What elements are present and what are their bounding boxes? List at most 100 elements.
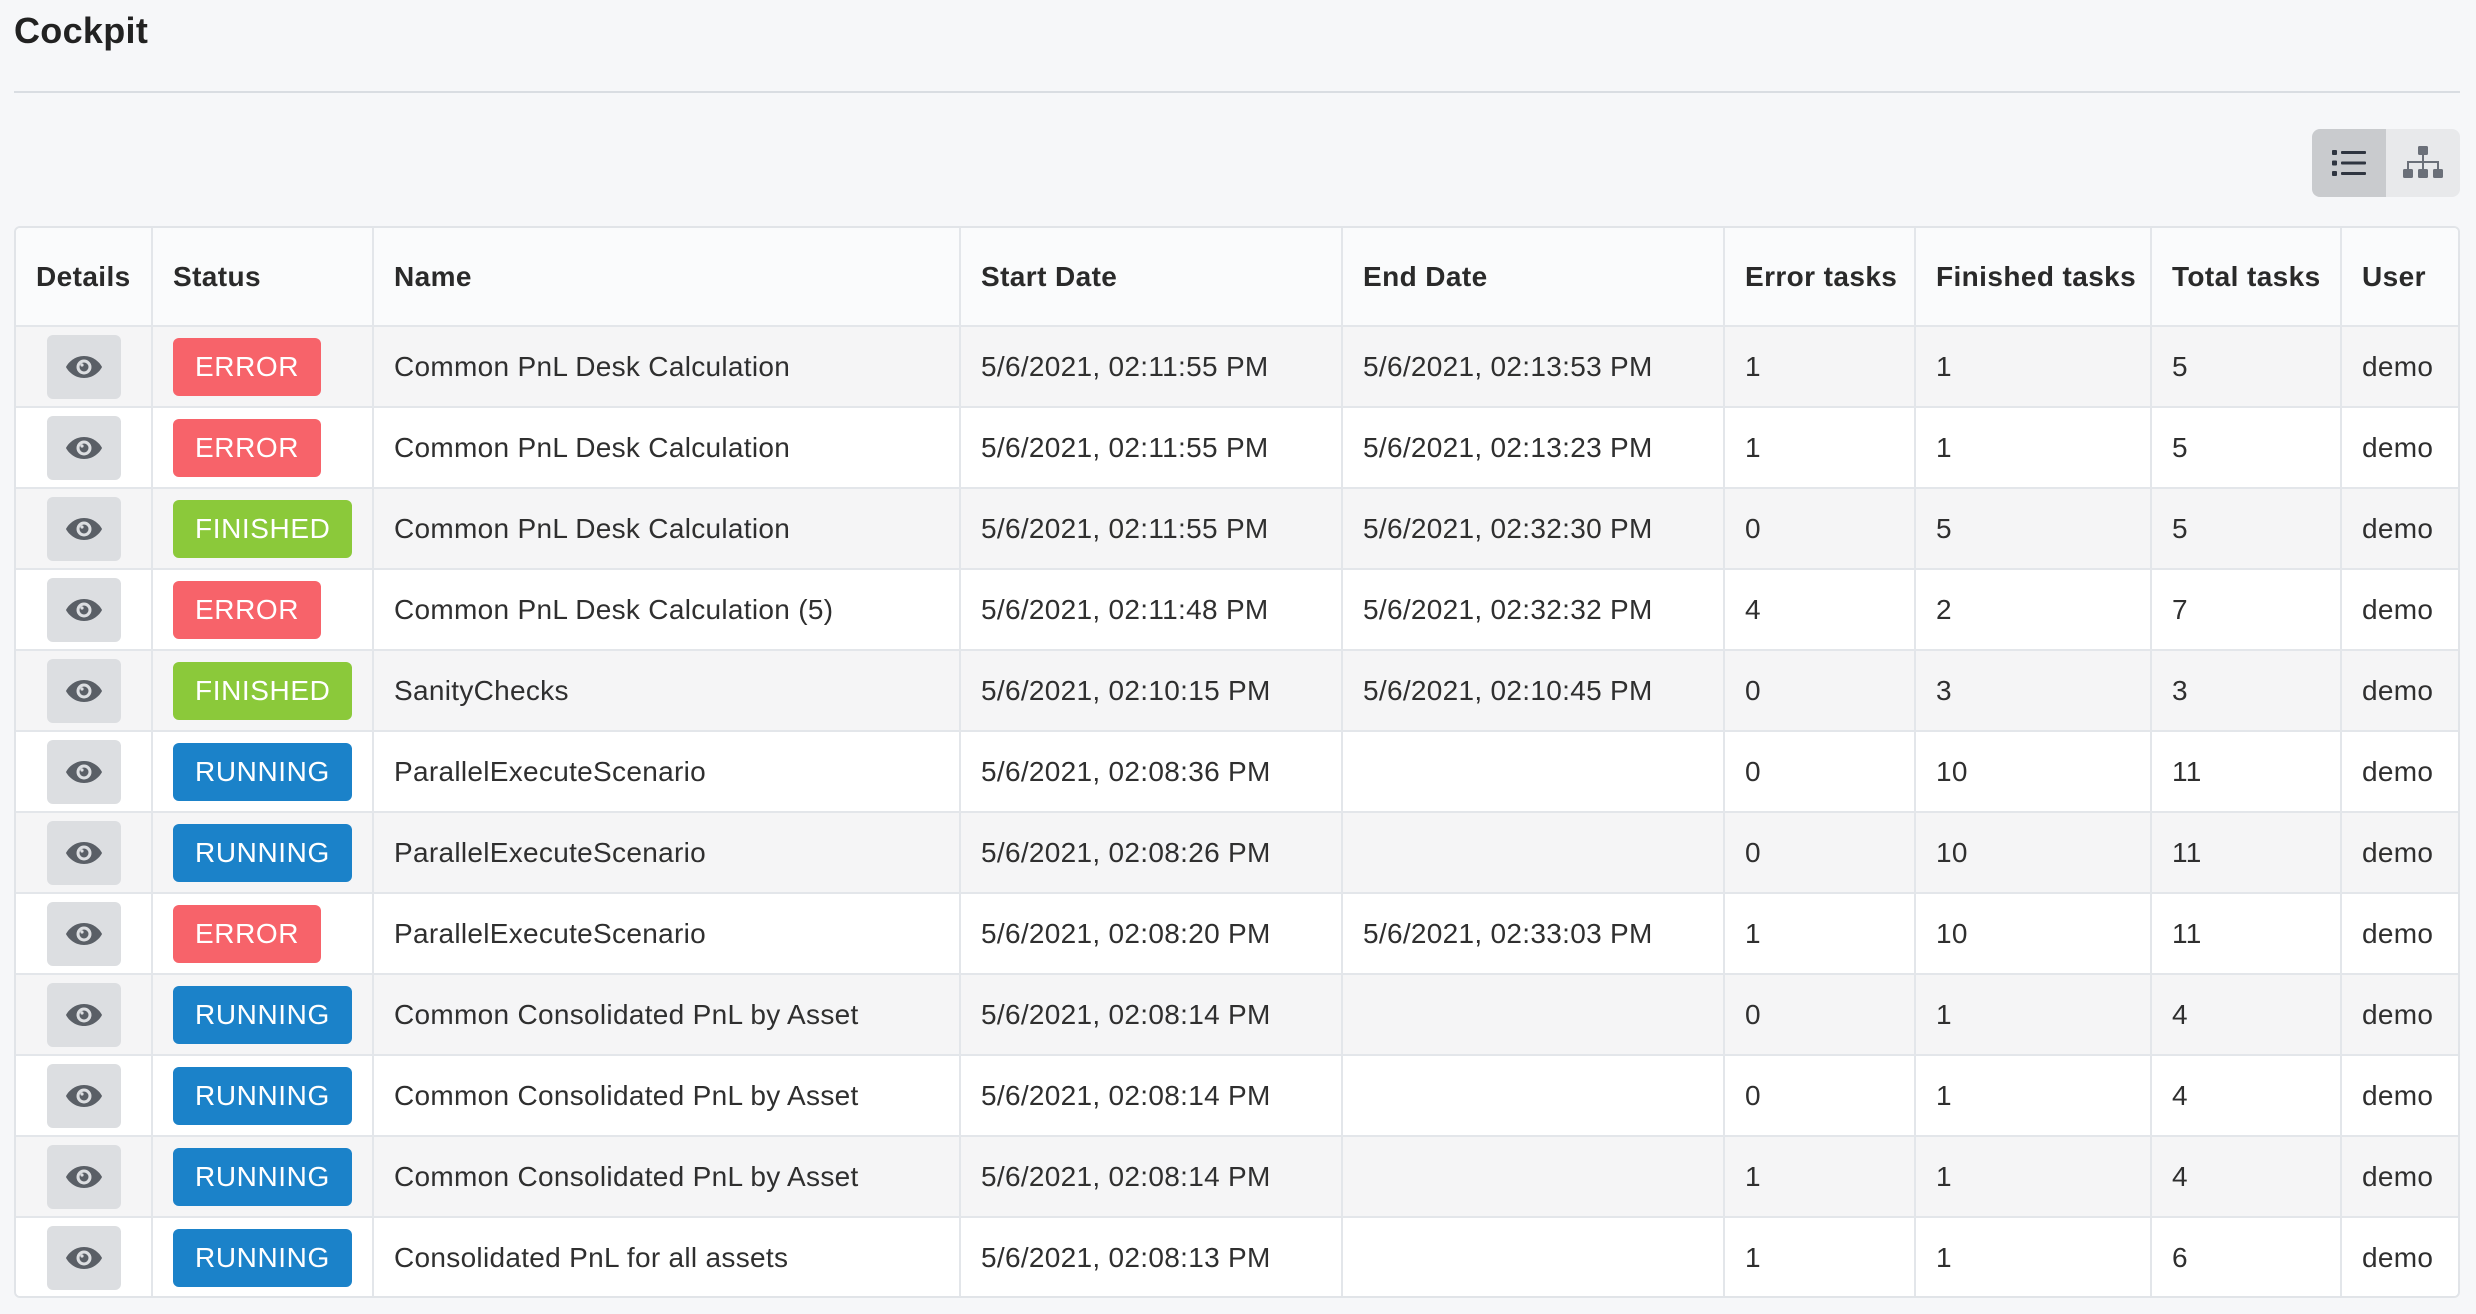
title-divider (14, 91, 2460, 93)
eye-icon (65, 841, 102, 864)
name-cell: Common Consolidated PnL by Asset (373, 974, 961, 1056)
details-cell (16, 974, 153, 1056)
view-details-button[interactable] (46, 415, 121, 480)
end-date-cell (1342, 812, 1725, 894)
status-cell: ERROR (152, 407, 374, 489)
user-cell: demo (2341, 326, 2458, 408)
status-cell: RUNNING (152, 1136, 374, 1218)
column-header-start-date[interactable]: Start Date (960, 228, 1343, 327)
tree-view-button[interactable] (2386, 129, 2460, 197)
user-cell: demo (2341, 812, 2458, 894)
total-tasks-cell: 7 (2151, 569, 2342, 651)
view-details-button[interactable] (46, 1063, 121, 1128)
column-header-error-tasks[interactable]: Error tasks (1724, 228, 1916, 327)
column-header-status[interactable]: Status (152, 228, 374, 327)
status-badge: ERROR (173, 418, 322, 477)
view-details-button[interactable] (46, 1144, 121, 1209)
details-cell (16, 650, 153, 732)
column-header-details[interactable]: Details (16, 228, 153, 327)
column-header-end-date[interactable]: End Date (1342, 228, 1725, 327)
start-date-cell: 5/6/2021, 02:11:48 PM (960, 569, 1343, 651)
details-cell (16, 893, 153, 975)
user-cell: demo (2341, 1055, 2458, 1137)
table-row: RUNNING Common Consolidated PnL by Asset 5… (16, 974, 2458, 1056)
name-cell: Common Consolidated PnL by Asset (373, 1055, 961, 1137)
total-tasks-cell: 11 (2151, 893, 2342, 975)
error-tasks-cell: 4 (1724, 569, 1916, 651)
details-cell (16, 569, 153, 651)
start-date-cell: 5/6/2021, 02:11:55 PM (960, 326, 1343, 408)
start-date-cell: 5/6/2021, 02:08:14 PM (960, 1055, 1343, 1137)
error-tasks-cell: 1 (1724, 893, 1916, 975)
name-cell: ParallelExecuteScenario (373, 893, 961, 975)
start-date-cell: 5/6/2021, 02:11:55 PM (960, 488, 1343, 570)
name-cell: Common PnL Desk Calculation (373, 407, 961, 489)
name-cell: Consolidated PnL for all assets (373, 1217, 961, 1296)
total-tasks-cell: 3 (2151, 650, 2342, 732)
error-tasks-cell: 1 (1724, 407, 1916, 489)
view-details-button[interactable] (46, 820, 121, 885)
eye-icon (65, 1003, 102, 1026)
view-details-button[interactable] (46, 334, 121, 399)
end-date-cell (1342, 1055, 1725, 1137)
jobs-table: Details Status Name Start Date End Date … (16, 228, 2458, 1296)
finished-tasks-cell: 1 (1915, 1055, 2152, 1137)
jobs-table-card: Details Status Name Start Date End Date … (14, 226, 2460, 1298)
user-cell: demo (2341, 488, 2458, 570)
table-body: ERROR Common PnL Desk Calculation 5/6/2021… (16, 326, 2458, 1296)
name-cell: ParallelExecuteScenario (373, 812, 961, 894)
name-cell: ParallelExecuteScenario (373, 731, 961, 813)
user-cell: demo (2341, 569, 2458, 651)
start-date-cell: 5/6/2021, 02:08:13 PM (960, 1217, 1343, 1296)
user-cell: demo (2341, 1136, 2458, 1218)
list-view-button[interactable] (2312, 129, 2386, 197)
eye-icon (65, 1247, 102, 1269)
error-tasks-cell: 0 (1724, 974, 1916, 1056)
details-cell (16, 407, 153, 489)
eye-icon (65, 517, 102, 540)
end-date-cell: 5/6/2021, 02:33:03 PM (1342, 893, 1725, 975)
view-details-button[interactable] (46, 1226, 121, 1290)
total-tasks-cell: 4 (2151, 1055, 2342, 1137)
end-date-cell: 5/6/2021, 02:32:30 PM (1342, 488, 1725, 570)
status-badge: RUNNING (173, 1147, 352, 1206)
status-badge: FINISHED (173, 661, 353, 720)
table-row: ERROR Common PnL Desk Calculation 5/6/2021… (16, 326, 2458, 408)
view-details-button[interactable] (46, 739, 121, 804)
status-badge: RUNNING (173, 742, 352, 801)
view-details-button[interactable] (46, 577, 121, 642)
status-cell: ERROR (152, 326, 374, 408)
finished-tasks-cell: 2 (1915, 569, 2152, 651)
column-header-total-tasks[interactable]: Total tasks (2151, 228, 2342, 327)
start-date-cell: 5/6/2021, 02:08:20 PM (960, 893, 1343, 975)
total-tasks-cell: 4 (2151, 974, 2342, 1056)
status-cell: RUNNING (152, 731, 374, 813)
finished-tasks-cell: 3 (1915, 650, 2152, 732)
status-badge: ERROR (173, 904, 322, 963)
status-cell: ERROR (152, 569, 374, 651)
view-details-button[interactable] (46, 496, 121, 561)
error-tasks-cell: 1 (1724, 1217, 1916, 1296)
status-badge: ERROR (173, 580, 322, 639)
finished-tasks-cell: 1 (1915, 1136, 2152, 1218)
name-cell: SanityChecks (373, 650, 961, 732)
table-row: RUNNING Common Consolidated PnL by Asset 5… (16, 1136, 2458, 1218)
column-header-name[interactable]: Name (373, 228, 961, 327)
user-cell: demo (2341, 407, 2458, 489)
view-details-button[interactable] (46, 658, 121, 723)
view-details-button[interactable] (46, 901, 121, 966)
name-cell: Common PnL Desk Calculation (373, 326, 961, 408)
view-details-button[interactable] (46, 982, 121, 1047)
finished-tasks-cell: 1 (1915, 326, 2152, 408)
table-row: RUNNING Consolidated PnL for all assets 5/… (16, 1217, 2458, 1296)
table-row: ERROR Common PnL Desk Calculation (5) 5/6/… (16, 569, 2458, 651)
end-date-cell: 5/6/2021, 02:32:32 PM (1342, 569, 1725, 651)
error-tasks-cell: 0 (1724, 488, 1916, 570)
eye-icon (65, 760, 102, 783)
eye-icon (65, 1165, 102, 1188)
table-row: RUNNING ParallelExecuteScenario 5/6/2021, … (16, 812, 2458, 894)
column-header-finished-tasks[interactable]: Finished tasks (1915, 228, 2152, 327)
user-cell: demo (2341, 1217, 2458, 1296)
start-date-cell: 5/6/2021, 02:08:26 PM (960, 812, 1343, 894)
column-header-user[interactable]: User (2341, 228, 2458, 327)
